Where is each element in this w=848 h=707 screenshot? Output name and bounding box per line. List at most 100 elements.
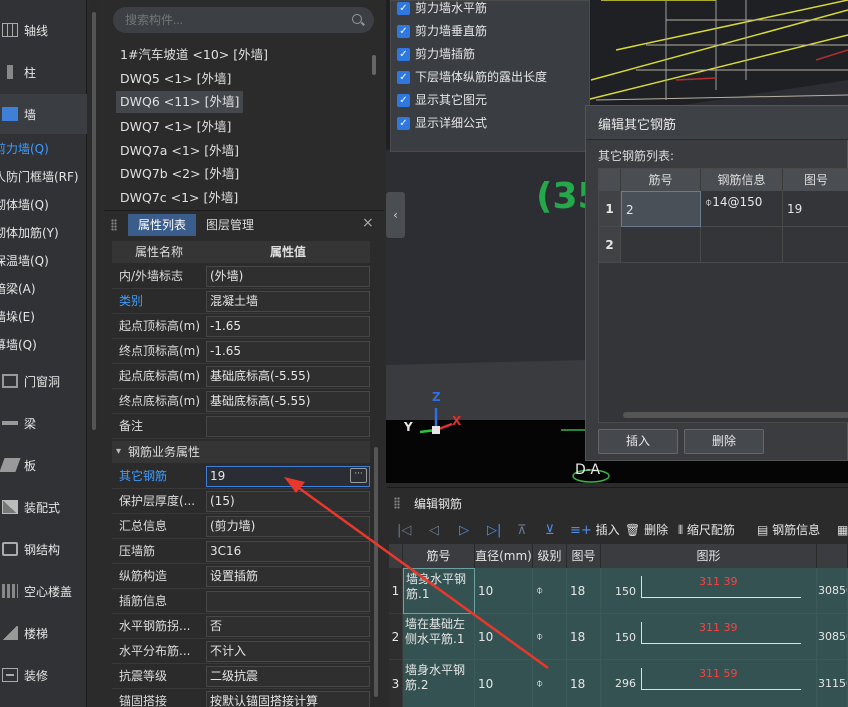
insert-button[interactable]: 插入: [598, 429, 678, 454]
cell-bar-no[interactable]: [621, 227, 701, 263]
nav-steel-structure[interactable]: 钢结构: [0, 529, 87, 569]
nav-slab[interactable]: 板: [0, 445, 87, 485]
cell-shape[interactable]: 150 311 39: [601, 568, 817, 614]
nav-sub-shear-wall[interactable]: 剪力墙(Q): [0, 137, 81, 161]
nav-sub-wall-pier[interactable]: 墙垛(E): [0, 305, 81, 329]
cell-rebar-info[interactable]: [701, 227, 783, 263]
cell-diameter[interactable]: 10: [475, 568, 533, 614]
property-value[interactable]: [206, 591, 370, 612]
cell-shape-no[interactable]: 18: [567, 660, 601, 707]
cell-grade[interactable]: ⌽: [533, 614, 567, 660]
property-value[interactable]: (剪力墙): [206, 516, 370, 537]
cell-bar-name[interactable]: 墙在基础左侧水平筋.1: [403, 614, 475, 660]
nav-sub-hidden-beam[interactable]: 暗梁(A): [0, 277, 81, 301]
cell-bar-name[interactable]: 墙身水平钢筋.2: [403, 660, 475, 707]
delete-row-button[interactable]: 🗑 删除: [625, 521, 668, 539]
checkbox-shear-wall-horizontal[interactable]: ✓ 剪力墙水平筋: [397, 0, 487, 20]
property-value[interactable]: -1.65: [206, 341, 370, 362]
collapse-panel-button[interactable]: ‹: [386, 192, 405, 238]
component-item[interactable]: 1#汽车坡道 <10> [外墙]: [116, 44, 272, 66]
property-scroll-thumb[interactable]: [374, 447, 378, 697]
checkbox-checked-icon[interactable]: ✓: [397, 48, 410, 61]
component-scroll-thumb[interactable]: [372, 55, 376, 75]
checkbox-shear-wall-dowel[interactable]: ✓ 剪力墙插筋: [397, 43, 475, 66]
cell-shape-no[interactable]: [783, 227, 848, 263]
nav-door-window[interactable]: 门窗洞: [0, 361, 87, 401]
grid-horizontal-scrollbar[interactable]: [623, 412, 848, 418]
nav-decoration[interactable]: 装修: [0, 655, 87, 695]
component-item[interactable]: DWQ7 <1> [外墙]: [116, 116, 235, 138]
cell-extra[interactable]: 30850: [817, 614, 848, 660]
checkbox-checked-icon[interactable]: ✓: [397, 71, 410, 84]
nav-wall[interactable]: 墙: [0, 94, 87, 134]
component-scrollbar[interactable]: [372, 50, 377, 200]
checkbox-shear-wall-vertical[interactable]: ✓ 剪力墙垂直筋: [397, 20, 487, 43]
ellipsis-button[interactable]: ···: [350, 468, 367, 483]
component-item[interactable]: DWQ7a <1> [外墙]: [116, 140, 243, 162]
nav-sub-insulation-wall[interactable]: 保温墙(Q): [0, 249, 81, 273]
property-value[interactable]: -1.65: [206, 316, 370, 337]
checkbox-show-detailed-formula[interactable]: ✓ 显示详细公式: [397, 112, 487, 135]
cell-rebar-info[interactable]: ⌽14@150: [701, 191, 783, 227]
cell-shape-no[interactable]: 18: [567, 614, 601, 660]
cell-grade[interactable]: ⌽: [533, 568, 567, 614]
nav-hollow-floor[interactable]: 空心楼盖: [0, 571, 87, 611]
checkbox-show-other-elements[interactable]: ✓ 显示其它图元: [397, 89, 487, 112]
scale-rebar-button[interactable]: ⫴ 缩尺配筋: [678, 521, 735, 539]
rebar-info-button[interactable]: ▤ 钢筋信息: [757, 521, 820, 539]
drag-handle-icon[interactable]: [394, 497, 400, 509]
prev-record-icon[interactable]: ◁: [429, 521, 439, 539]
delete-button[interactable]: 删除: [684, 429, 764, 454]
next-record-icon[interactable]: ▷: [459, 521, 469, 539]
nav-scrollbar[interactable]: [91, 0, 97, 430]
cell-extra[interactable]: 31150: [817, 660, 848, 707]
drag-handle-icon[interactable]: [111, 219, 117, 231]
tab-layer-management[interactable]: 图层管理: [206, 214, 254, 236]
component-item[interactable]: DWQ7b <2> [外墙]: [116, 163, 243, 185]
property-value[interactable]: (外墙): [206, 266, 370, 287]
last-record-icon[interactable]: ▷|: [487, 521, 501, 539]
property-value[interactable]: 基础底标高(-5.55): [206, 366, 370, 387]
nav-beam[interactable]: 梁: [0, 403, 87, 443]
nav-axis[interactable]: 轴线: [0, 10, 87, 50]
search-icon[interactable]: [352, 14, 362, 24]
cell-shape[interactable]: 296 311 59: [601, 660, 817, 707]
cell-diameter[interactable]: 10: [475, 614, 533, 660]
component-item-selected[interactable]: DWQ6 <11> [外墙]: [116, 91, 244, 113]
checkbox-checked-icon[interactable]: ✓: [397, 25, 410, 38]
tab-property-list[interactable]: 属性列表: [128, 214, 196, 236]
nav-stair[interactable]: 楼梯: [0, 613, 87, 653]
cell-shape-no[interactable]: 18: [567, 568, 601, 614]
property-value[interactable]: 混凝土墙: [206, 291, 370, 312]
property-value[interactable]: (15): [206, 491, 370, 512]
component-item[interactable]: DWQ5 <1> [外墙]: [116, 68, 235, 90]
nav-sub-curtain-wall[interactable]: 幕墙(Q): [0, 333, 81, 357]
nav-sub-masonry-wall[interactable]: 砌体墙(Q): [0, 193, 81, 217]
checkbox-checked-icon[interactable]: ✓: [397, 94, 410, 107]
close-icon[interactable]: ×: [362, 215, 374, 231]
property-value[interactable]: [206, 416, 370, 437]
cell-bar-name[interactable]: 墙身水平钢筋.1: [403, 568, 475, 614]
move-down-icon[interactable]: ⊻: [545, 521, 555, 539]
property-value[interactable]: 按默认锚固搭接计算: [206, 691, 370, 707]
nav-sub-civil-defense-wall[interactable]: 人防门框墙(RF): [0, 165, 81, 189]
property-scrollbar[interactable]: [374, 447, 379, 697]
insert-row-button[interactable]: ≡+ 插入: [570, 521, 620, 539]
component-search-input[interactable]: [113, 7, 374, 33]
property-value[interactable]: 二级抗震: [206, 666, 370, 687]
property-value[interactable]: 基础底标高(-5.55): [206, 391, 370, 412]
component-item[interactable]: DWQ7c <1> [外墙]: [116, 187, 242, 205]
group-rebar-properties[interactable]: 钢筋业务属性: [112, 441, 370, 463]
cell-extra[interactable]: 30850: [817, 568, 848, 614]
checkbox-lower-wall-exposed-length[interactable]: ✓ 下层墙体纵筋的露出长度: [397, 66, 547, 89]
cell-shape[interactable]: 150 311 39: [601, 614, 817, 660]
checkbox-checked-icon[interactable]: ✓: [397, 2, 410, 15]
property-value[interactable]: 3C16: [206, 541, 370, 562]
property-value[interactable]: 否: [206, 616, 370, 637]
cell-bar-no[interactable]: 2: [621, 191, 701, 227]
nav-prefab[interactable]: 装配式: [0, 487, 87, 527]
cell-shape-no[interactable]: 19: [783, 191, 848, 227]
cell-grade[interactable]: ⌽: [533, 660, 567, 707]
nav-sub-masonry-rebar[interactable]: 砌体加筋(Y): [0, 221, 81, 245]
nav-scroll-thumb[interactable]: [92, 12, 96, 430]
